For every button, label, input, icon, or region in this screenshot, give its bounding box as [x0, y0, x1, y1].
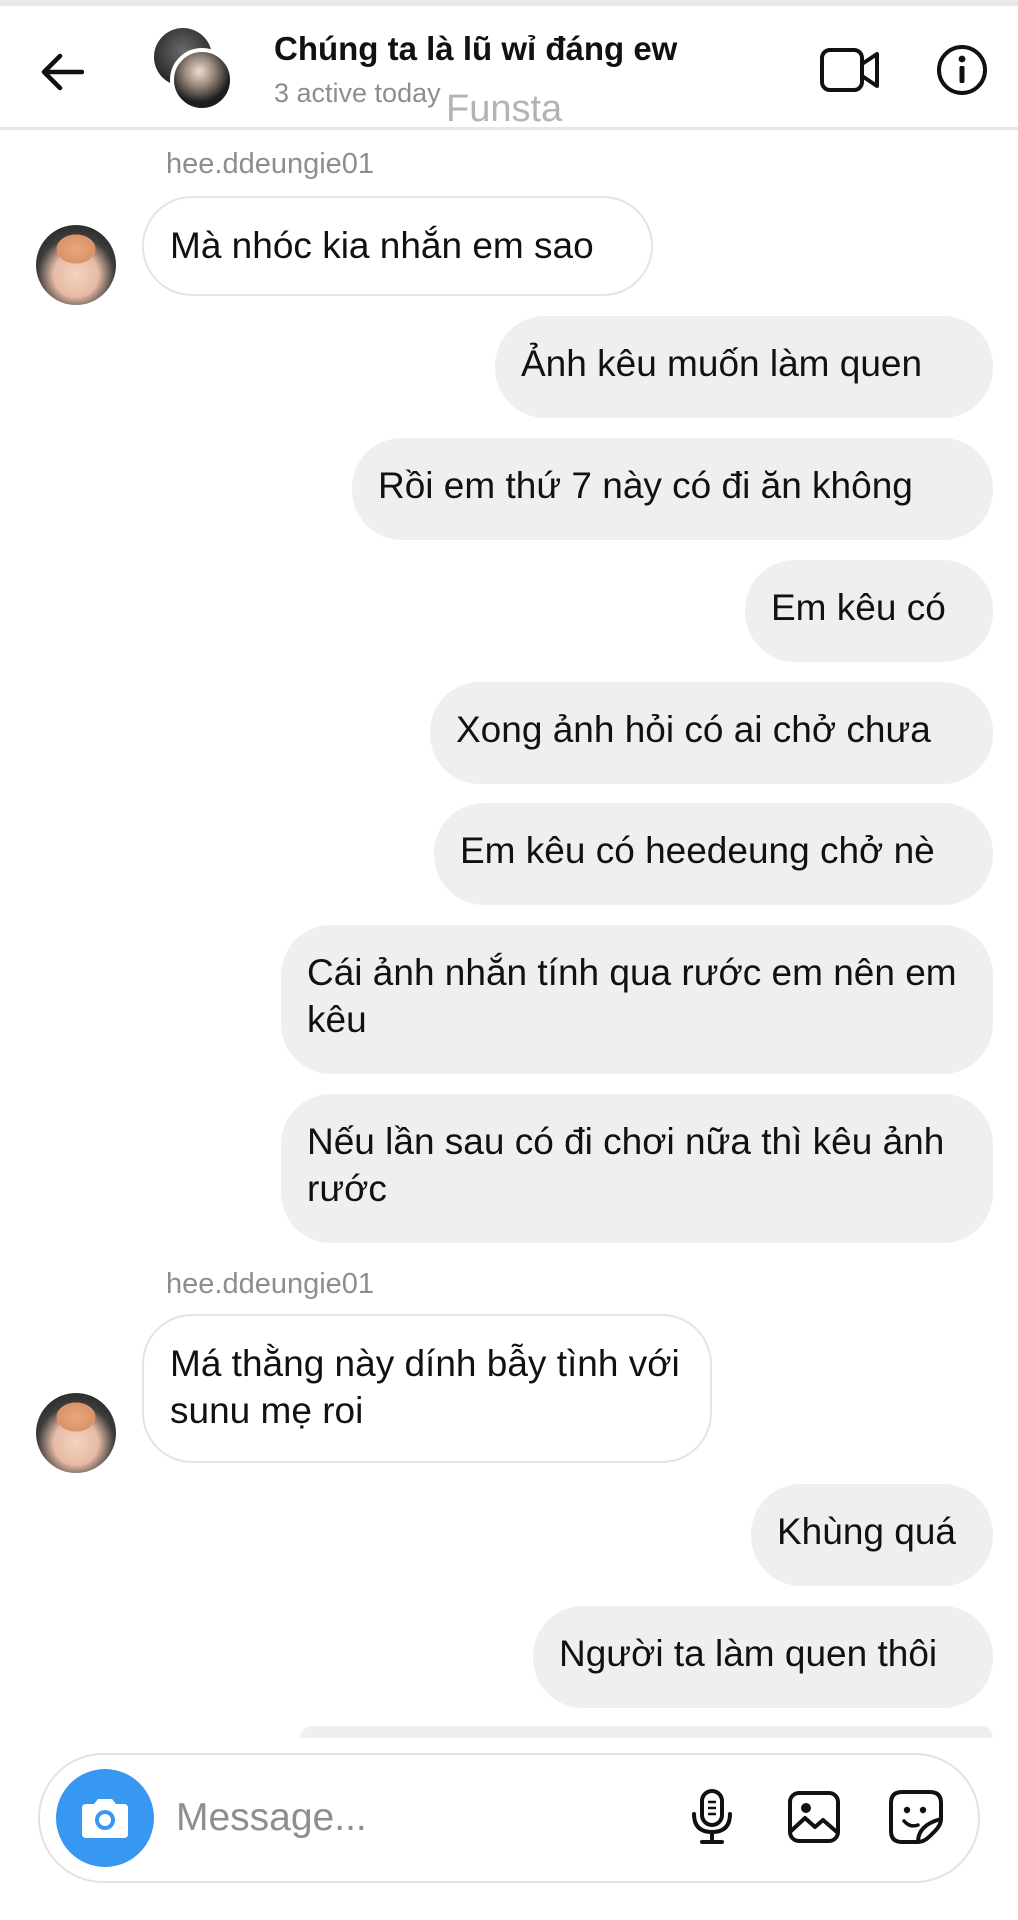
chat-title[interactable]: Chúng ta là lũ wỉ đáng ew — [274, 30, 677, 68]
message-bubble-outgoing[interactable]: Khùng quá — [751, 1484, 993, 1586]
message-bubble-partial — [300, 1726, 993, 1738]
camera-icon — [82, 1799, 128, 1838]
video-camera-icon — [820, 48, 879, 92]
message-bubble-outgoing[interactable]: Xong ảnh hỏi có ai chở chưa — [430, 682, 993, 784]
message-bubble-outgoing[interactable]: Em kêu có — [745, 560, 993, 662]
sender-name: hee.ddeungie01 — [166, 1268, 375, 1300]
voice-message-button[interactable] — [680, 1785, 744, 1849]
message-bubble-incoming[interactable]: Má thằng này dính bẫy tình với sunu mẹ r… — [142, 1314, 712, 1463]
info-icon — [937, 45, 987, 95]
message-input[interactable] — [176, 1788, 696, 1848]
sender-avatar[interactable] — [36, 1393, 116, 1473]
sticker-icon — [889, 1790, 943, 1844]
message-bubble-outgoing[interactable]: Rồi em thứ 7 này có đi ăn không — [352, 438, 993, 540]
microphone-icon — [692, 1789, 732, 1844]
message-composer — [38, 1753, 980, 1883]
message-bubble-outgoing[interactable]: Nếu lần sau có đi chơi nữa thì kêu ảnh r… — [281, 1094, 993, 1243]
camera-button[interactable] — [56, 1769, 154, 1867]
message-bubble-outgoing[interactable]: Ảnh kêu muốn làm quen — [495, 316, 993, 418]
sender-name: hee.ddeungie01 — [166, 148, 375, 180]
active-status: 3 active today — [274, 78, 441, 108]
sender-avatar[interactable] — [36, 225, 116, 305]
info-button[interactable] — [930, 38, 994, 102]
gallery-button[interactable] — [782, 1785, 846, 1849]
message-bubble-incoming[interactable]: Mà nhóc kia nhắn em sao — [142, 196, 653, 296]
chat-header: Chúng ta là lũ wỉ đáng ew 3 active today… — [0, 6, 1018, 130]
group-member-avatar — [170, 48, 234, 112]
arrow-left-icon — [41, 53, 84, 91]
watermark-text: Funsta — [446, 88, 563, 130]
message-bubble-outgoing[interactable]: Cái ảnh nhắn tính qua rước em nên em kêu — [281, 925, 993, 1074]
video-call-button[interactable] — [818, 38, 882, 102]
sticker-button[interactable] — [884, 1785, 948, 1849]
group-avatar[interactable] — [154, 28, 238, 112]
back-button[interactable] — [34, 44, 90, 100]
image-icon — [788, 1791, 840, 1843]
message-bubble-outgoing[interactable]: Em kêu có heedeung chở nè — [434, 803, 993, 905]
message-bubble-outgoing[interactable]: Người ta làm quen thôi — [533, 1606, 993, 1708]
